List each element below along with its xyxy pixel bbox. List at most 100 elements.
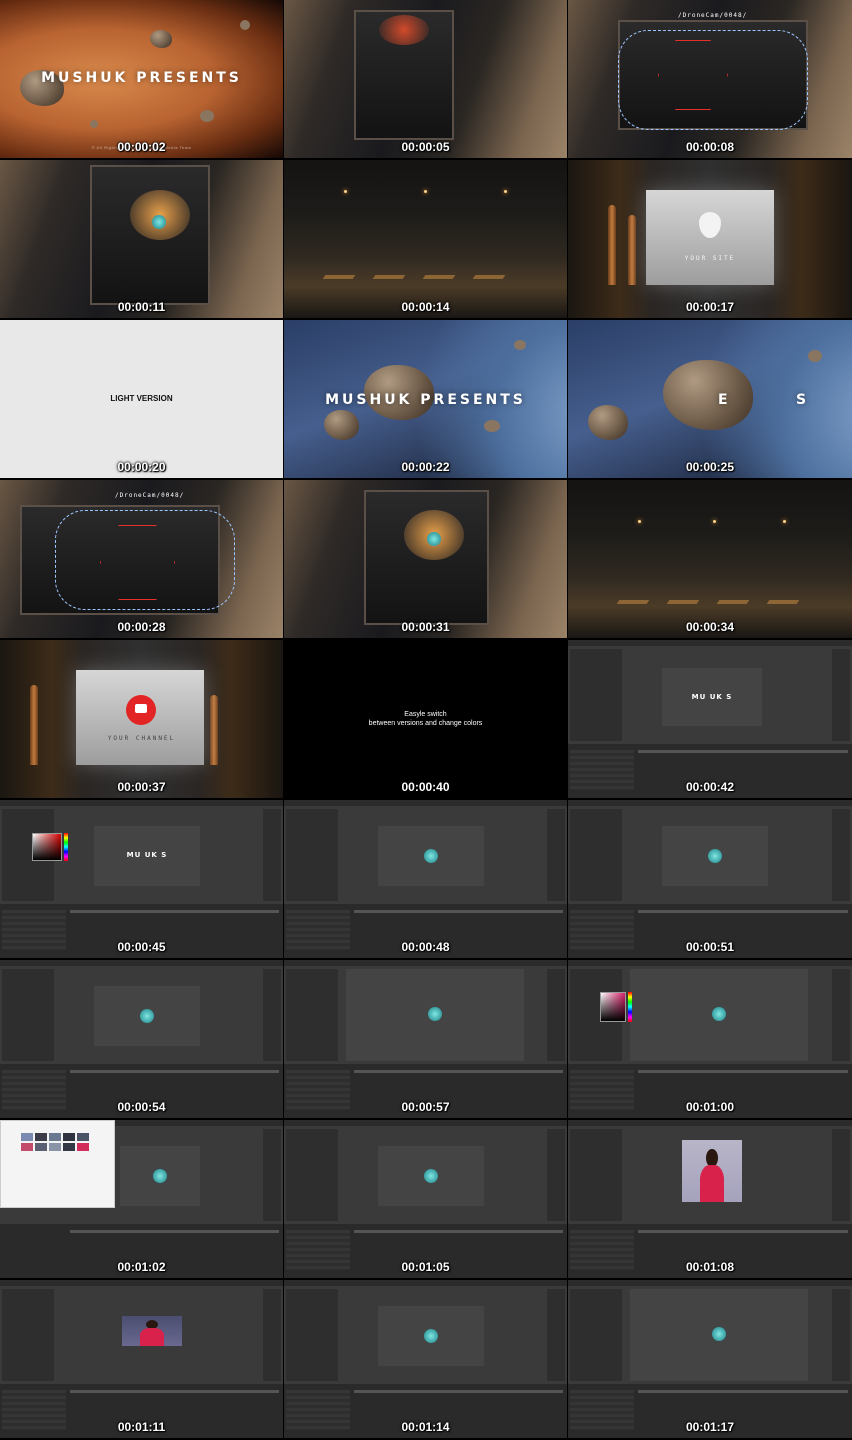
thumbnail[interactable] [49, 1143, 61, 1151]
ae-composition-viewer [120, 1146, 200, 1206]
ae-effects-panel [832, 809, 850, 901]
ae-effects-panel [547, 809, 565, 901]
rock [240, 20, 250, 30]
ae-effects-panel [547, 1129, 565, 1221]
color-picker-field[interactable] [32, 833, 62, 861]
frame-00-01-08: 00:01:08 [568, 1120, 852, 1278]
frame-00-00-25: E S 00:00:25 [568, 320, 852, 478]
frame-00-00-37: YOUR CHANNEL 00:00:37 [0, 640, 283, 798]
ae-project-panel [2, 1289, 54, 1381]
ae-menubar [568, 800, 852, 806]
timestamp: 00:01:08 [685, 1260, 735, 1274]
ae-menubar [568, 1280, 852, 1286]
frame-00-00-40: Easyle switch between versions and chang… [284, 640, 567, 798]
frame-00-00-48: 00:00:48 [284, 800, 567, 958]
ceiling-light [424, 190, 427, 193]
thumbnail[interactable] [21, 1143, 33, 1151]
frame-00-00-08: /DroneCam/0048/ 00:00:08 [568, 0, 852, 158]
timestamp: 00:00:14 [401, 300, 450, 314]
title-fragment-e: E [718, 392, 731, 408]
timestamp: 00:00:28 [117, 620, 166, 634]
ae-project-panel [286, 1129, 338, 1221]
light-version-caption: LIGHT VERSION [110, 394, 173, 403]
color-picker-field[interactable] [600, 992, 626, 1022]
asteroid [150, 30, 172, 48]
ae-timeline-bar [638, 750, 848, 753]
thumbnail[interactable] [77, 1143, 89, 1151]
rock [200, 110, 214, 122]
thumbnail[interactable] [63, 1133, 75, 1141]
ae-menubar [0, 960, 283, 966]
ae-menubar [284, 1280, 567, 1286]
viewer-title: MU UK S [126, 851, 168, 859]
intro-title: MUSHUK PRESENTS [325, 392, 526, 408]
asteroid [663, 360, 753, 430]
ae-project-panel [286, 969, 338, 1061]
thumbnail[interactable] [21, 1133, 33, 1141]
teal-emblem [712, 1007, 726, 1021]
thumbnail[interactable] [35, 1143, 47, 1151]
thumbnail[interactable] [35, 1133, 47, 1141]
ceiling-light [783, 520, 786, 523]
youtube-icon [126, 695, 156, 725]
timestamp: 00:00:31 [401, 620, 450, 634]
ae-menubar [568, 640, 852, 646]
timestamp: 00:00:51 [685, 940, 735, 954]
ae-effects-panel [832, 649, 850, 741]
ceiling-light [504, 190, 507, 193]
pipe [608, 205, 616, 285]
timestamp: 00:01:11 [117, 1420, 166, 1434]
timestamp: 00:00:45 [117, 940, 166, 954]
timestamp: 00:00:17 [685, 300, 735, 314]
ae-effects-panel [832, 1289, 850, 1381]
ae-effects-panel [547, 969, 565, 1061]
ceiling-light [638, 520, 641, 523]
frame-00-00-20: LIGHT VERSION 00:00:20 [0, 320, 283, 478]
switch-caption: Easyle switch between versions and chang… [284, 710, 567, 728]
timestamp: 00:01:00 [685, 1100, 735, 1114]
teal-emblem [712, 1327, 726, 1341]
frame-00-00-57: 00:00:57 [284, 960, 567, 1118]
ae-composition-viewer [94, 986, 200, 1046]
thumbnail[interactable] [49, 1133, 61, 1141]
asteroid [324, 410, 359, 440]
teal-emblem [152, 215, 166, 229]
switch-caption-line-2: between versions and change colors [368, 720, 483, 727]
thumbnail[interactable] [77, 1133, 89, 1141]
ae-composition-viewer [346, 969, 524, 1061]
timestamp: 00:01:05 [401, 1260, 450, 1274]
pipe [628, 215, 636, 285]
frame-00-01-14: 00:01:14 [284, 1280, 567, 1438]
ae-composition-viewer [630, 1289, 808, 1381]
frame-00-00-34: 00:00:34 [568, 480, 852, 638]
switch-caption-line-1: Easyle switch [404, 711, 447, 718]
ae-composition-viewer [378, 1146, 484, 1206]
timestamp: 00:00:40 [401, 780, 450, 794]
ae-timeline-bar [638, 1070, 848, 1073]
frame-00-00-51: 00:00:51 [568, 800, 852, 958]
hue-slider[interactable] [628, 992, 632, 1022]
ae-timeline-bar [354, 1070, 563, 1073]
ae-menubar [284, 1120, 567, 1126]
photo-preview [122, 1316, 182, 1346]
thumbnail[interactable] [63, 1143, 75, 1151]
frame-00-01-05: 00:01:05 [284, 1120, 567, 1278]
rock [808, 350, 822, 362]
ceiling-light [344, 190, 347, 193]
teal-emblem [428, 1007, 442, 1021]
board-text: YOUR CHANNEL [107, 735, 176, 742]
floor-stripe [422, 275, 456, 279]
ae-effects-panel [263, 809, 281, 901]
ae-composition-viewer [378, 826, 484, 886]
ae-timeline-bar [70, 1230, 279, 1233]
red-light [379, 15, 429, 45]
floor-stripe [616, 600, 650, 604]
teal-emblem [424, 1329, 438, 1343]
ceiling-light [713, 520, 716, 523]
timestamp: 00:00:25 [685, 460, 735, 474]
title-fragment-s: S [796, 392, 810, 408]
ae-menubar [284, 960, 567, 966]
hue-slider[interactable] [64, 833, 68, 861]
floor-stripe [472, 275, 506, 279]
file-import-dialog[interactable] [0, 1120, 115, 1208]
